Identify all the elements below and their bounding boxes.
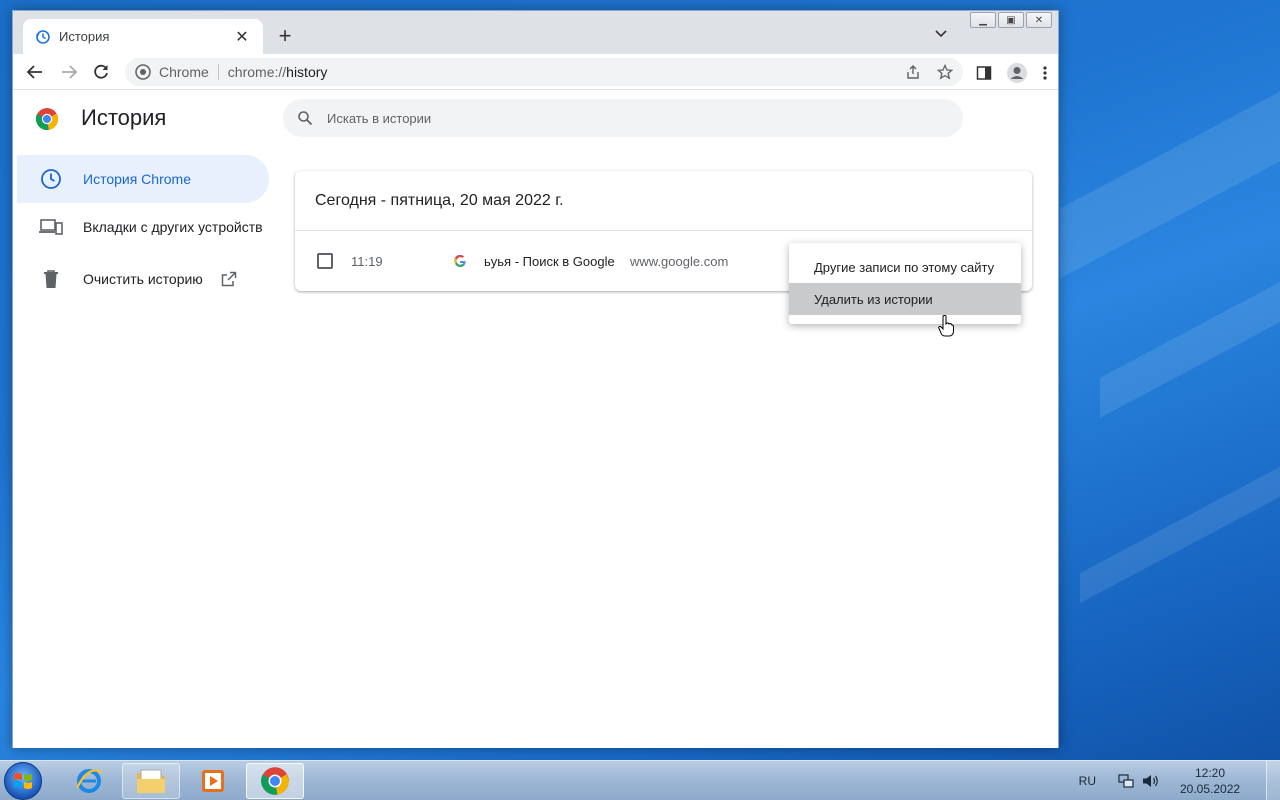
clock-icon [39, 167, 63, 191]
address-bar[interactable]: Chrome chrome://history [125, 58, 963, 86]
menu-item-remove-from-history[interactable]: Удалить из истории [789, 283, 1021, 315]
page-title: История [81, 105, 167, 130]
sidebar-item-clear-history[interactable]: Очистить историю [17, 255, 269, 303]
history-date-heading: Сегодня - пятница, 20 мая 2022 г. [295, 171, 1032, 231]
tab-title: История [59, 29, 110, 44]
google-icon [454, 254, 466, 268]
devices-icon [39, 215, 63, 239]
taskbar: RU 12:20 20.05.2022 [0, 760, 1280, 800]
tab-history[interactable]: История ✕ [23, 19, 263, 54]
url-text: chrome://history [227, 64, 328, 80]
clock-time: 12:20 [1194, 766, 1226, 780]
chevron-down-icon[interactable] [934, 27, 948, 41]
sidebar-item-label: Очистить историю [83, 271, 203, 287]
folder-icon [137, 769, 165, 793]
start-button[interactable] [4, 762, 42, 800]
system-tray: RU 12:20 20.05.2022 [1079, 761, 1266, 800]
tab-strip: История ✕ + ▁ ▣ ✕ [13, 11, 1058, 54]
desktop-light-streak [1060, 91, 1280, 279]
desktop-light-streak [1100, 282, 1280, 418]
volume-icon[interactable] [1142, 773, 1160, 789]
toolbar-actions [976, 62, 1048, 84]
entry-title-link[interactable]: ьуья - Поиск в Google [484, 254, 615, 269]
taskbar-explorer[interactable] [122, 763, 180, 799]
hand-cursor-icon [938, 315, 954, 337]
language-indicator[interactable]: RU [1079, 774, 1096, 788]
show-desktop-button[interactable] [1266, 761, 1280, 800]
trash-icon [39, 267, 63, 291]
search-icon [298, 111, 313, 126]
menu-item-more-from-site[interactable]: Другие записи по этому сайту [789, 251, 1021, 283]
windows-logo-icon [14, 773, 32, 789]
sidebar-item-other-devices[interactable]: Вкладки с других устройств [17, 203, 269, 251]
profile-avatar-icon[interactable] [1006, 62, 1028, 84]
close-window-icon[interactable]: ✕ [1026, 12, 1052, 28]
chrome-logo-icon [35, 108, 59, 131]
taskbar-chrome[interactable] [246, 763, 304, 799]
entry-context-menu: Другие записи по этому сайту Удалить из … [789, 243, 1021, 324]
network-icon[interactable] [1118, 773, 1134, 789]
media-player-icon [202, 770, 224, 792]
entry-checkbox[interactable] [317, 253, 333, 269]
omnibox-separator [217, 64, 219, 80]
search-input[interactable] [327, 110, 907, 126]
entry-domain: www.google.com [630, 253, 729, 269]
taskbar-ie[interactable] [60, 763, 118, 799]
menu-kebab-icon[interactable] [1042, 65, 1048, 81]
back-icon[interactable] [25, 62, 45, 82]
clock[interactable]: 12:20 20.05.2022 [1180, 765, 1240, 797]
browser-window: История ✕ + ▁ ▣ ✕ Chrome chrome://histor… [12, 10, 1059, 748]
window-controls: ▁ ▣ ✕ [970, 12, 1052, 28]
sidebar-item-label: История Chrome [83, 171, 191, 187]
side-panel-icon[interactable] [976, 65, 992, 81]
share-icon[interactable] [905, 64, 921, 80]
forward-icon[interactable] [59, 62, 79, 82]
desktop-light-streak [1080, 466, 1280, 604]
sidebar-item-chrome-history[interactable]: История Chrome [17, 155, 269, 203]
external-link-icon [221, 271, 237, 287]
sidebar-item-label: Вкладки с других устройств [83, 219, 263, 235]
close-tab-icon[interactable]: ✕ [233, 27, 251, 47]
clock-date: 20.05.2022 [1180, 782, 1241, 796]
minimize-icon[interactable]: ▁ [970, 12, 996, 28]
omnibox-actions [905, 64, 953, 80]
history-search[interactable] [283, 99, 963, 137]
history-page: История История Chrome Вкладки с других … [13, 91, 1058, 748]
bookmark-star-icon[interactable] [937, 64, 953, 80]
chrome-site-icon [135, 64, 151, 80]
internet-explorer-icon [76, 769, 103, 793]
site-label: Chrome [159, 64, 209, 80]
entry-time: 11:19 [351, 253, 383, 269]
toolbar: Chrome chrome://history [13, 54, 1058, 90]
chrome-taskbar-icon [261, 767, 289, 795]
history-icon [36, 29, 50, 44]
reload-icon[interactable] [91, 62, 111, 82]
maximize-icon[interactable]: ▣ [998, 12, 1024, 28]
new-tab-icon[interactable]: + [275, 25, 295, 47]
taskbar-media-player[interactable] [184, 763, 242, 799]
